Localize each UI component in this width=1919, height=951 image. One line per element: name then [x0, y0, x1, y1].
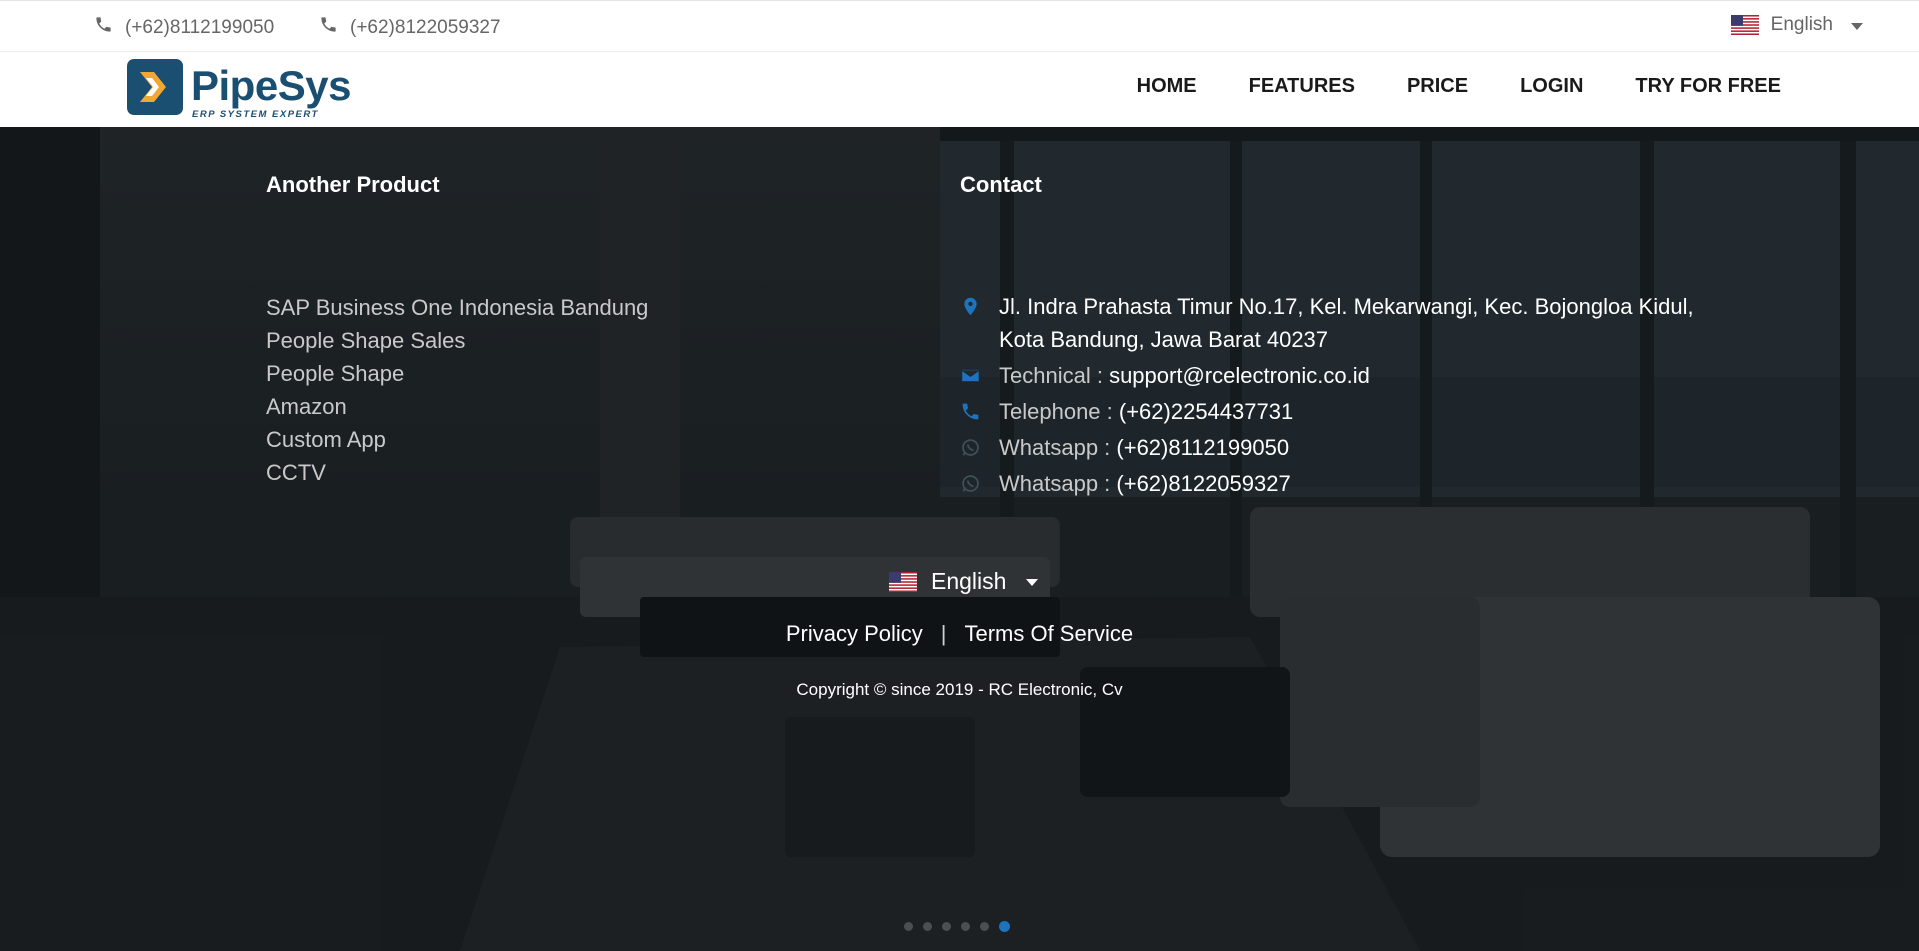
legal-separator: | [940, 621, 947, 646]
telephone-label: Telephone : [999, 399, 1119, 424]
another-product-title: Another Product [266, 172, 440, 197]
phone-link-1[interactable]: (+62)8112199050 [94, 15, 274, 40]
carousel-dot[interactable] [904, 922, 913, 931]
product-link[interactable]: People Shape Sales [266, 324, 648, 357]
phone-number: (+62)8122059327 [350, 16, 501, 38]
technical-label: Technical : [999, 363, 1110, 388]
contact-telephone: Telephone : (+62)2254437731 [960, 395, 1720, 428]
pipesys-logo-icon [126, 58, 184, 121]
legal-links: Privacy Policy | Terms Of Service [0, 621, 1919, 647]
product-link[interactable]: SAP Business One Indonesia Bandung [266, 291, 648, 324]
carousel-dot[interactable] [942, 922, 951, 931]
contact-technical: Technical : support@rcelectronic.co.id [960, 359, 1720, 392]
contact-title: Contact [960, 172, 1042, 197]
whatsapp-icon [962, 475, 979, 492]
phone-link-2[interactable]: (+62)8122059327 [319, 15, 501, 40]
main-nav: HOME FEATURES PRICE LOGIN TRY FOR FREE [1137, 75, 1781, 98]
phone-icon [962, 403, 979, 420]
contact-whatsapp-2: Whatsapp : (+62)8122059327 [960, 467, 1720, 500]
caret-down-icon [1026, 579, 1039, 586]
address-text: Jl. Indra Prahasta Timur No.17, Kel. Mek… [999, 294, 1694, 352]
copyright-text: Copyright © since 2019 - RC Electronic, … [796, 680, 1123, 699]
hero-footer-section: Another Product SAP Business One Indones… [0, 127, 1919, 951]
carousel-dot[interactable] [999, 921, 1010, 932]
nav-home[interactable]: HOME [1137, 75, 1197, 98]
telephone-link[interactable]: (+62)2254437731 [1119, 399, 1293, 424]
us-flag-icon [1730, 15, 1759, 35]
footer-language-selector[interactable]: English [889, 568, 1039, 595]
whatsapp-label: Whatsapp : [999, 471, 1117, 496]
whatsapp-label: Whatsapp : [999, 435, 1117, 460]
product-link[interactable]: Custom App [266, 423, 648, 456]
product-list: SAP Business One Indonesia Bandung Peopl… [266, 291, 648, 489]
contact-address: Jl. Indra Prahasta Timur No.17, Kel. Mek… [960, 290, 1720, 356]
carousel-dot[interactable] [961, 922, 970, 931]
product-link[interactable]: CCTV [266, 456, 648, 489]
nav-price[interactable]: PRICE [1407, 75, 1468, 98]
contact-list: Jl. Indra Prahasta Timur No.17, Kel. Mek… [960, 290, 1720, 503]
product-link[interactable]: People Shape [266, 357, 648, 390]
whatsapp-link[interactable]: (+62)8112199050 [1116, 435, 1289, 460]
language-label: English [931, 568, 1007, 594]
privacy-policy-link[interactable]: Privacy Policy [786, 621, 923, 646]
us-flag-icon [889, 571, 917, 592]
phone-number: (+62)8112199050 [125, 16, 275, 38]
whatsapp-link[interactable]: (+62)8122059327 [1116, 471, 1290, 496]
envelope-icon [961, 368, 980, 383]
carousel-dot[interactable] [923, 922, 932, 931]
carousel-indicators [904, 921, 1010, 932]
whatsapp-icon [962, 439, 979, 456]
dark-overlay [0, 127, 1919, 951]
map-marker-icon [964, 297, 977, 316]
product-link[interactable]: Amazon [266, 390, 648, 423]
top-bar: (+62)8112199050 (+62)8122059327 English [0, 0, 1919, 52]
language-selector[interactable]: English [1730, 14, 1863, 36]
logo[interactable]: PipeSys ERP SYSTEM EXPERT [126, 58, 351, 121]
brand-name: PipeSys [191, 62, 351, 109]
nav-features[interactable]: FEATURES [1249, 75, 1355, 98]
navbar: PipeSys ERP SYSTEM EXPERT HOME FEATURES … [0, 52, 1919, 127]
nav-login[interactable]: LOGIN [1520, 75, 1583, 98]
nav-try-for-free[interactable]: TRY FOR FREE [1635, 75, 1781, 98]
phone-icon [94, 15, 113, 40]
caret-down-icon [1851, 22, 1863, 30]
contact-whatsapp-1: Whatsapp : (+62)8112199050 [960, 431, 1720, 464]
terms-of-service-link[interactable]: Terms Of Service [964, 621, 1133, 646]
phone-icon [319, 15, 338, 40]
carousel-dot[interactable] [980, 922, 989, 931]
technical-email-link[interactable]: support@rcelectronic.co.id [1109, 363, 1370, 388]
language-label: English [1770, 14, 1833, 35]
brand-tagline: ERP SYSTEM EXPERT [192, 109, 319, 120]
